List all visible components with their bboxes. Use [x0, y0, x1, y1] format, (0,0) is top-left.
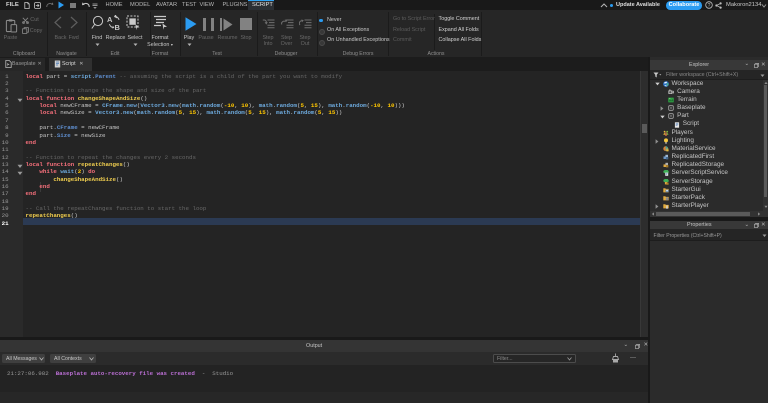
- svg-text:?: ?: [708, 3, 711, 9]
- svg-text:B: B: [115, 23, 121, 31]
- svg-text:A: A: [107, 15, 113, 24]
